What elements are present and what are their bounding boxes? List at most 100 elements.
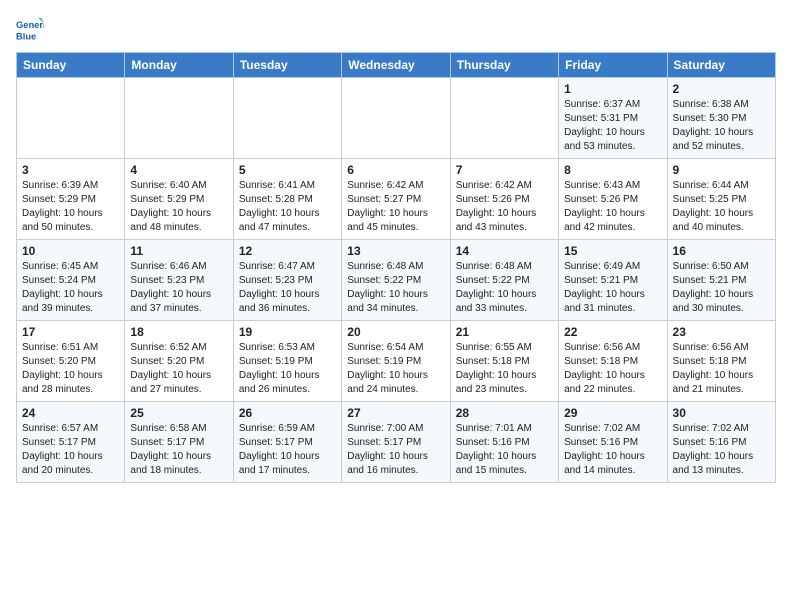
day-number: 14: [456, 244, 553, 258]
calendar-cell: 27 Sunrise: 7:00 AMSunset: 5:17 PMDayligh…: [342, 402, 450, 483]
day-info: Sunrise: 7:00 AMSunset: 5:17 PMDaylight:…: [347, 422, 444, 478]
calendar-cell: 19Sunrise: 6:53 AMSunset: 5:19 PMDayligh…: [233, 321, 341, 402]
day-info: Sunrise: 6:40 AMSunset: 5:29 PMDaylight:…: [130, 179, 227, 235]
calendar-week-1: 1Sunrise: 6:37 AMSunset: 5:31 PMDaylight…: [17, 78, 776, 159]
day-info: Sunrise: 6:51 AMSunset: 5:20 PMDaylight:…: [22, 341, 119, 397]
calendar-cell: 29 Sunrise: 7:02 AMSunset: 5:16 PMDayligh…: [559, 402, 667, 483]
day-number: 5: [239, 163, 336, 177]
day-header-sunday: Sunday: [17, 53, 125, 78]
page-header: General Blue: [16, 16, 776, 44]
day-info: Sunrise: 6:39 AMSunset: 5:29 PMDaylight:…: [22, 179, 119, 235]
calendar-table: SundayMondayTuesdayWednesdayThursdayFrid…: [16, 52, 776, 483]
day-header-wednesday: Wednesday: [342, 53, 450, 78]
day-info: Sunrise: 6:55 AMSunset: 5:18 PMDaylight:…: [456, 341, 553, 397]
calendar-week-2: 3 Sunrise: 6:39 AMSunset: 5:29 PMDaylight…: [17, 159, 776, 240]
day-number: 1: [564, 82, 661, 96]
day-info: Sunrise: 6:45 AMSunset: 5:24 PMDaylight:…: [22, 260, 119, 316]
logo: General Blue: [16, 16, 44, 44]
calendar-cell: 2 Sunrise: 6:38 AMSunset: 5:30 PMDaylight…: [667, 78, 775, 159]
day-number: 17: [22, 325, 119, 339]
day-info: Sunrise: 6:47 AMSunset: 5:23 PMDaylight:…: [239, 260, 336, 316]
logo-icon: General Blue: [16, 16, 44, 44]
calendar-cell: [342, 78, 450, 159]
calendar-cell: 7 Sunrise: 6:42 AMSunset: 5:26 PMDaylight…: [450, 159, 558, 240]
day-info: Sunrise: 6:42 AMSunset: 5:26 PMDaylight:…: [456, 179, 553, 235]
day-header-saturday: Saturday: [667, 53, 775, 78]
day-number: 4: [130, 163, 227, 177]
day-number: 6: [347, 163, 444, 177]
calendar-cell: 30 Sunrise: 7:02 AMSunset: 5:16 PMDayligh…: [667, 402, 775, 483]
calendar-cell: 24 Sunrise: 6:57 AMSunset: 5:17 PMDayligh…: [17, 402, 125, 483]
day-number: 10: [22, 244, 119, 258]
day-number: 29: [564, 406, 661, 420]
calendar-cell: 22Sunrise: 6:56 AMSunset: 5:18 PMDayligh…: [559, 321, 667, 402]
day-info: Sunrise: 7:01 AMSunset: 5:16 PMDaylight:…: [456, 422, 553, 478]
day-info: Sunrise: 6:41 AMSunset: 5:28 PMDaylight:…: [239, 179, 336, 235]
calendar-header: SundayMondayTuesdayWednesdayThursdayFrid…: [17, 53, 776, 78]
day-info: Sunrise: 6:58 AMSunset: 5:17 PMDaylight:…: [130, 422, 227, 478]
calendar-cell: 14 Sunrise: 6:48 AMSunset: 5:22 PMDayligh…: [450, 240, 558, 321]
calendar-cell: 1Sunrise: 6:37 AMSunset: 5:31 PMDaylight…: [559, 78, 667, 159]
calendar-cell: 20Sunrise: 6:54 AMSunset: 5:19 PMDayligh…: [342, 321, 450, 402]
day-number: 27: [347, 406, 444, 420]
calendar-cell: 6 Sunrise: 6:42 AMSunset: 5:27 PMDaylight…: [342, 159, 450, 240]
day-info: Sunrise: 6:42 AMSunset: 5:27 PMDaylight:…: [347, 179, 444, 235]
day-info: Sunrise: 6:56 AMSunset: 5:18 PMDaylight:…: [673, 341, 770, 397]
calendar-cell: 15 Sunrise: 6:49 AMSunset: 5:21 PMDayligh…: [559, 240, 667, 321]
svg-text:General: General: [16, 20, 44, 30]
day-number: 28: [456, 406, 553, 420]
day-info: Sunrise: 6:56 AMSunset: 5:18 PMDaylight:…: [564, 341, 661, 397]
svg-text:Blue: Blue: [16, 31, 36, 41]
calendar-cell: 18 Sunrise: 6:52 AMSunset: 5:20 PMDayligh…: [125, 321, 233, 402]
day-number: 11: [130, 244, 227, 258]
calendar-cell: 23 Sunrise: 6:56 AMSunset: 5:18 PMDayligh…: [667, 321, 775, 402]
day-info: Sunrise: 7:02 AMSunset: 5:16 PMDaylight:…: [564, 422, 661, 478]
calendar-cell: 25Sunrise: 6:58 AMSunset: 5:17 PMDayligh…: [125, 402, 233, 483]
day-info: Sunrise: 6:48 AMSunset: 5:22 PMDaylight:…: [456, 260, 553, 316]
day-info: Sunrise: 6:53 AMSunset: 5:19 PMDaylight:…: [239, 341, 336, 397]
calendar-cell: 17 Sunrise: 6:51 AMSunset: 5:20 PMDayligh…: [17, 321, 125, 402]
day-info: Sunrise: 7:02 AMSunset: 5:16 PMDaylight:…: [673, 422, 770, 478]
day-header-thursday: Thursday: [450, 53, 558, 78]
calendar-cell: 28 Sunrise: 7:01 AMSunset: 5:16 PMDayligh…: [450, 402, 558, 483]
day-info: Sunrise: 6:57 AMSunset: 5:17 PMDaylight:…: [22, 422, 119, 478]
day-info: Sunrise: 6:50 AMSunset: 5:21 PMDaylight:…: [673, 260, 770, 316]
calendar-cell: [125, 78, 233, 159]
day-number: 16: [673, 244, 770, 258]
calendar-cell: 26Sunrise: 6:59 AMSunset: 5:17 PMDayligh…: [233, 402, 341, 483]
day-number: 3: [22, 163, 119, 177]
day-number: 15: [564, 244, 661, 258]
day-number: 18: [130, 325, 227, 339]
calendar-cell: 4 Sunrise: 6:40 AMSunset: 5:29 PMDaylight…: [125, 159, 233, 240]
day-info: Sunrise: 6:48 AMSunset: 5:22 PMDaylight:…: [347, 260, 444, 316]
day-info: Sunrise: 6:59 AMSunset: 5:17 PMDaylight:…: [239, 422, 336, 478]
calendar-cell: 21 Sunrise: 6:55 AMSunset: 5:18 PMDayligh…: [450, 321, 558, 402]
calendar-cell: 13Sunrise: 6:48 AMSunset: 5:22 PMDayligh…: [342, 240, 450, 321]
day-number: 23: [673, 325, 770, 339]
day-info: Sunrise: 6:52 AMSunset: 5:20 PMDaylight:…: [130, 341, 227, 397]
day-number: 8: [564, 163, 661, 177]
day-info: Sunrise: 6:49 AMSunset: 5:21 PMDaylight:…: [564, 260, 661, 316]
day-number: 30: [673, 406, 770, 420]
day-number: 21: [456, 325, 553, 339]
calendar-cell: [17, 78, 125, 159]
day-info: Sunrise: 6:46 AMSunset: 5:23 PMDaylight:…: [130, 260, 227, 316]
day-number: 9: [673, 163, 770, 177]
calendar-cell: 16 Sunrise: 6:50 AMSunset: 5:21 PMDayligh…: [667, 240, 775, 321]
calendar-cell: 5 Sunrise: 6:41 AMSunset: 5:28 PMDaylight…: [233, 159, 341, 240]
day-info: Sunrise: 6:43 AMSunset: 5:26 PMDaylight:…: [564, 179, 661, 235]
day-number: 12: [239, 244, 336, 258]
day-number: 7: [456, 163, 553, 177]
calendar-cell: 11 Sunrise: 6:46 AMSunset: 5:23 PMDayligh…: [125, 240, 233, 321]
day-number: 24: [22, 406, 119, 420]
day-info: Sunrise: 6:38 AMSunset: 5:30 PMDaylight:…: [673, 98, 770, 154]
calendar-cell: 3 Sunrise: 6:39 AMSunset: 5:29 PMDaylight…: [17, 159, 125, 240]
calendar-cell: 12 Sunrise: 6:47 AMSunset: 5:23 PMDayligh…: [233, 240, 341, 321]
calendar-cell: [450, 78, 558, 159]
day-number: 2: [673, 82, 770, 96]
day-header-friday: Friday: [559, 53, 667, 78]
calendar-cell: 9Sunrise: 6:44 AMSunset: 5:25 PMDaylight…: [667, 159, 775, 240]
calendar-body: 1Sunrise: 6:37 AMSunset: 5:31 PMDaylight…: [17, 78, 776, 483]
calendar-week-3: 10 Sunrise: 6:45 AMSunset: 5:24 PMDayligh…: [17, 240, 776, 321]
day-number: 20: [347, 325, 444, 339]
